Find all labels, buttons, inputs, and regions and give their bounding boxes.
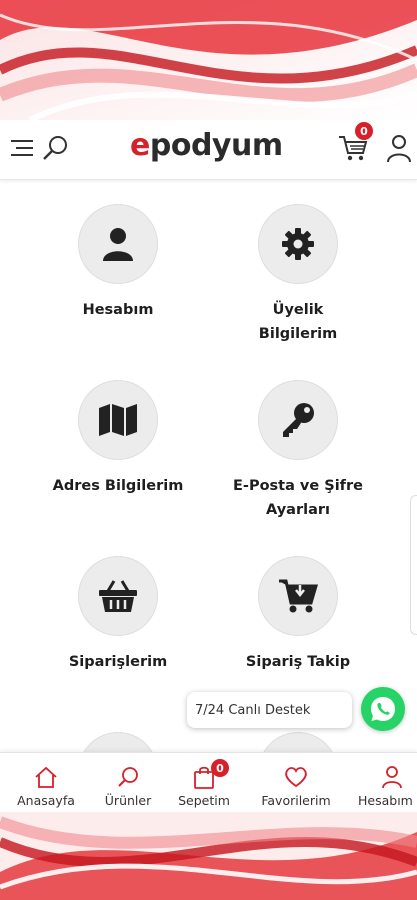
nav-anasayfa[interactable]: Anasayfa xyxy=(4,765,88,808)
bottom-banner xyxy=(0,812,417,900)
menu-item-label: Üyelik Bilgilerim xyxy=(258,302,338,342)
bag-icon xyxy=(162,765,246,789)
menu-item-label: E-Posta ve Şifre Ayarları xyxy=(233,478,363,518)
menu-item-uyelik-bilgilerim[interactable]: Üyelik Bilgilerim xyxy=(198,190,398,360)
menu-item-siparis-takip[interactable]: Sipariş Takip xyxy=(198,542,398,712)
search-icon xyxy=(86,765,170,789)
menu-item-label: Sipariş Takip xyxy=(245,654,351,670)
side-drawer-handle[interactable] xyxy=(410,495,417,635)
live-support-label[interactable]: 7/24 Canlı Destek xyxy=(187,692,352,728)
bottom-navigation: Anasayfa Ürünler 0 Sepetim Favorilerim H… xyxy=(0,752,417,814)
user-icon xyxy=(78,204,158,284)
menu-icon[interactable] xyxy=(10,136,34,160)
app-header: epodyum 0 xyxy=(0,120,417,180)
nav-label: Anasayfa xyxy=(17,793,75,808)
basket-icon xyxy=(78,556,158,636)
home-icon xyxy=(4,765,88,789)
cart-count-badge: 0 xyxy=(355,122,373,140)
account-icon[interactable] xyxy=(384,131,414,165)
nav-sepetim[interactable]: 0 Sepetim xyxy=(162,759,246,808)
cart-badge: 0 xyxy=(211,759,229,777)
nav-label: Hesabım xyxy=(358,793,413,808)
nav-label: Ürünler xyxy=(104,793,152,808)
nav-favorilerim[interactable]: Favorilerim xyxy=(254,765,338,808)
menu-item-label: Siparişlerim xyxy=(68,654,168,670)
heart-icon xyxy=(254,765,338,789)
nav-hesabim[interactable]: Hesabım xyxy=(348,765,417,808)
whatsapp-icon[interactable] xyxy=(361,687,405,731)
key-icon xyxy=(258,380,338,460)
map-icon xyxy=(78,380,158,460)
nav-urunler[interactable]: Ürünler xyxy=(86,765,170,808)
nav-label: Favorilerim xyxy=(261,793,331,808)
menu-item-adres-bilgilerim[interactable]: Adres Bilgilerim xyxy=(18,366,218,536)
search-icon[interactable] xyxy=(40,133,70,163)
menu-item-siparislerim[interactable]: Siparişlerim xyxy=(18,542,218,712)
menu-item-hesabim[interactable]: Hesabım xyxy=(18,190,218,360)
top-banner xyxy=(0,0,417,120)
menu-item-label: Adres Bilgilerim xyxy=(52,478,184,494)
brand-logo[interactable]: epodyum xyxy=(130,128,283,163)
cart-download-icon xyxy=(258,556,338,636)
nav-label: Sepetim xyxy=(178,793,230,808)
gear-icon xyxy=(258,204,338,284)
menu-item-eposta-sifre[interactable]: E-Posta ve Şifre Ayarları xyxy=(198,366,398,536)
user-icon xyxy=(348,765,417,789)
menu-item-label: Hesabım xyxy=(82,302,154,318)
